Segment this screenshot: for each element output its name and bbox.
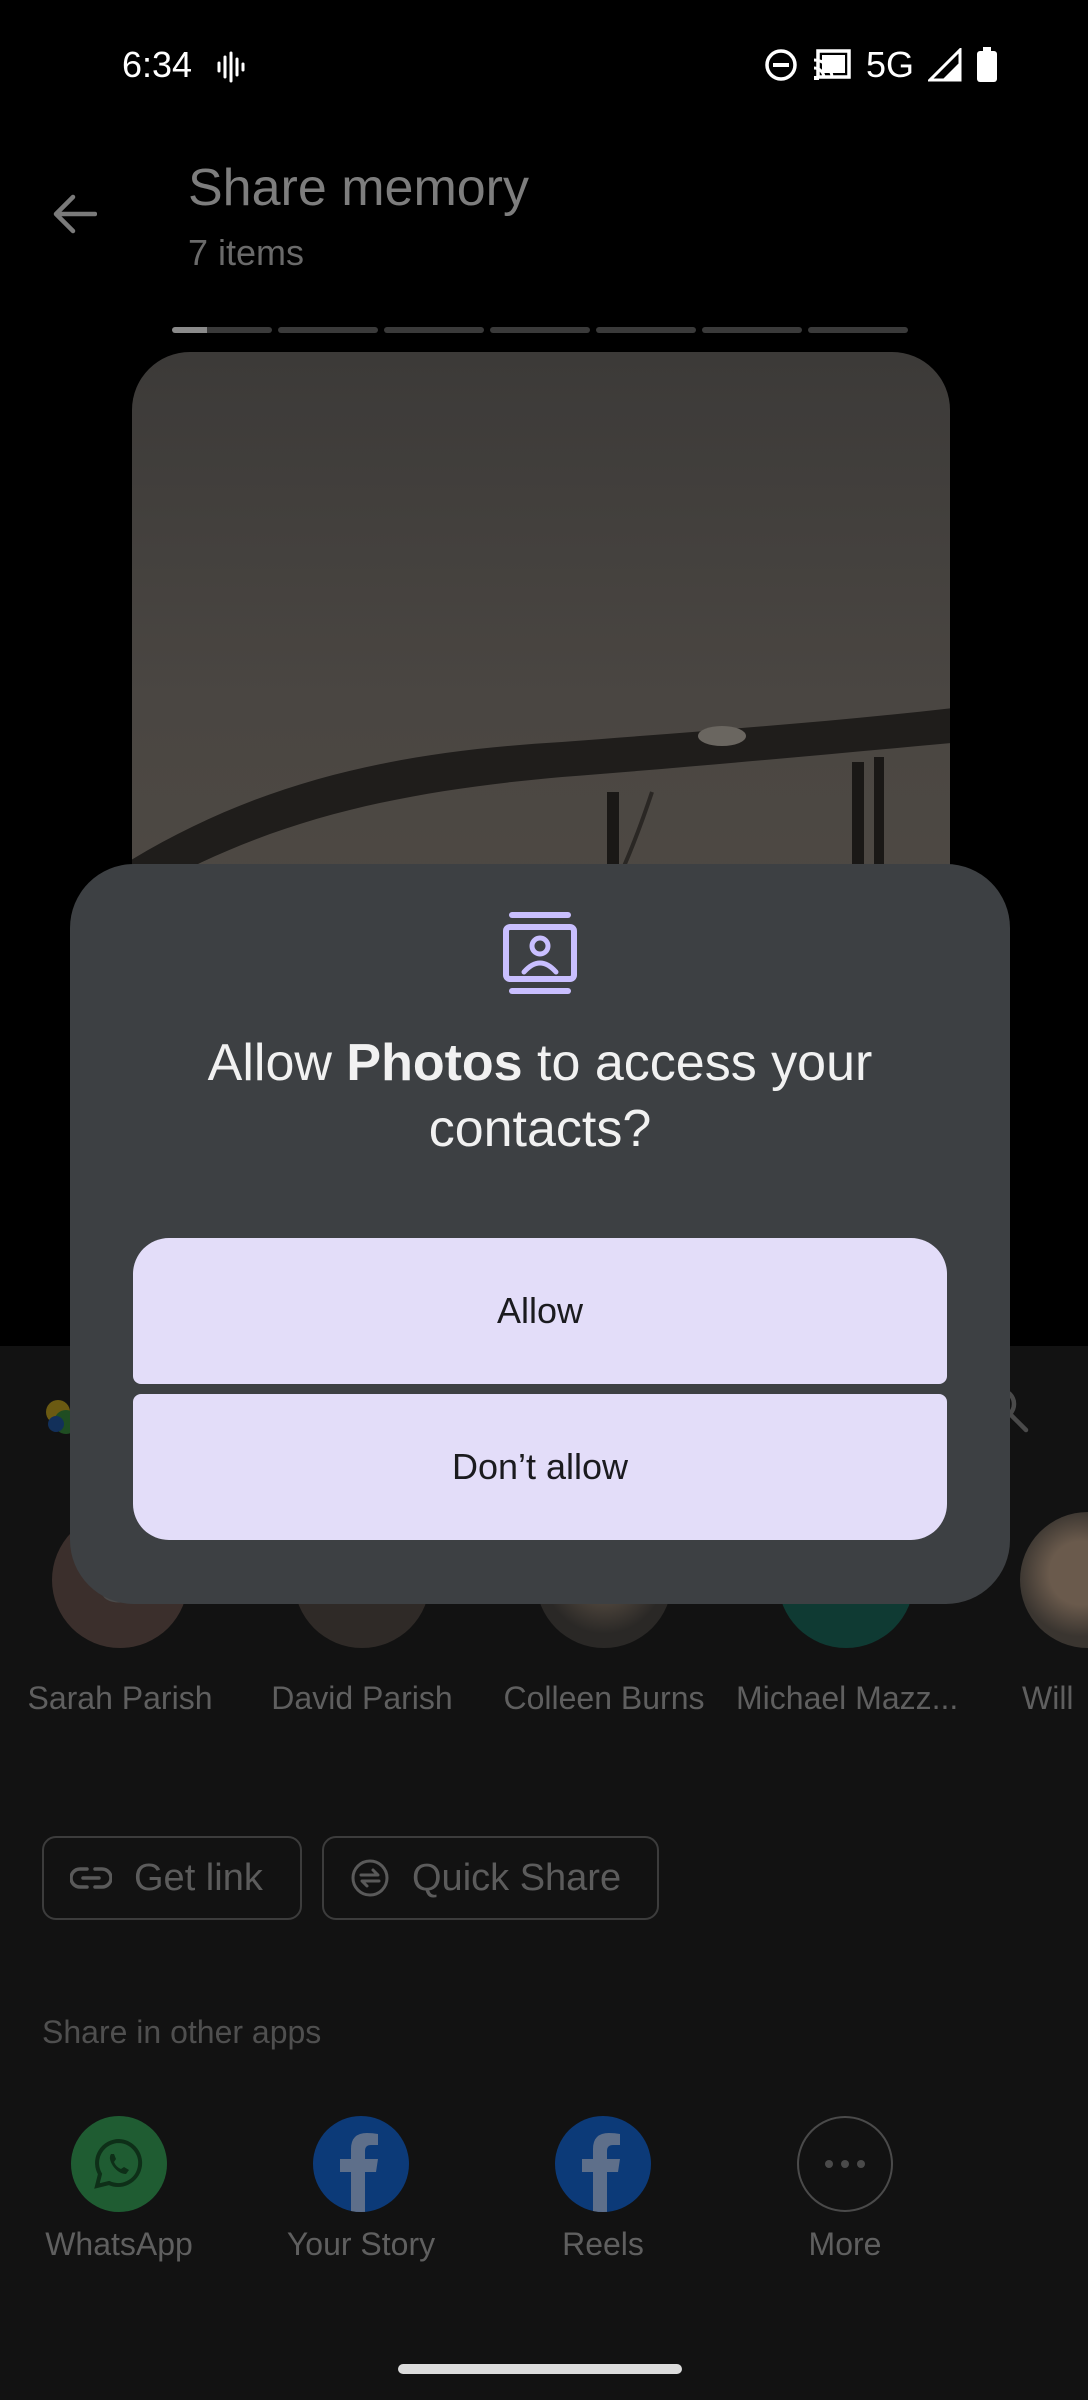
contacts-icon: [503, 912, 577, 994]
contact-name: Colleen Burns: [503, 1680, 705, 1716]
app-label: WhatsApp: [45, 2226, 193, 2262]
contact-name: David Parish: [271, 1680, 453, 1716]
app-reels[interactable]: Reels: [503, 2116, 703, 2263]
contact-name: Michael Mazz...: [736, 1680, 959, 1716]
progress-segment: [278, 327, 378, 333]
item-count: 7 items: [188, 232, 305, 273]
app-whatsapp[interactable]: WhatsApp: [19, 2116, 219, 2263]
contact-name: Sarah Parish: [27, 1680, 213, 1716]
status-time: 6:34: [122, 44, 193, 85]
other-apps-heading: Share in other apps: [42, 2014, 322, 2050]
battery-icon: [977, 47, 997, 82]
get-link-label: Get link: [134, 1856, 263, 1899]
dialog-title: Allow Photos to access your contacts?: [110, 1030, 970, 1162]
app-label: More: [808, 2226, 882, 2262]
back-button[interactable]: [40, 180, 108, 248]
app-your-story[interactable]: Your Story: [261, 2116, 461, 2263]
get-link-button[interactable]: Get link: [42, 1836, 302, 1920]
progress-segment: [172, 327, 272, 333]
progress-segment: [702, 327, 802, 333]
dialog-title-app: Photos: [346, 1034, 523, 1092]
progress-segment: [808, 327, 908, 333]
dialog-title-prefix: Allow: [207, 1034, 347, 1092]
dont-allow-button[interactable]: Don’t allow: [133, 1394, 947, 1540]
cast-icon: [813, 49, 851, 80]
arrow-back-icon: [53, 194, 97, 234]
navigation-handle[interactable]: [398, 2364, 682, 2374]
more-icon: [797, 2116, 893, 2212]
voice-wave-icon: [217, 51, 245, 83]
whatsapp-icon: [71, 2116, 167, 2212]
status-bar: 6:34 5G: [0, 0, 1088, 135]
app-more[interactable]: More: [745, 2116, 945, 2263]
link-icon: [70, 1867, 112, 1889]
status-icons: 5G: [764, 44, 998, 86]
quick-share-label: Quick Share: [412, 1856, 622, 1899]
allow-button[interactable]: Allow: [133, 1238, 947, 1384]
progress-segment: [384, 327, 484, 333]
signal-icon: [928, 48, 962, 82]
quick-share-button[interactable]: Quick Share: [322, 1836, 659, 1920]
quick-share-icon: [351, 1859, 389, 1897]
facebook-icon: [313, 2116, 409, 2212]
story-progress: [172, 327, 908, 333]
network-type: 5G: [865, 44, 914, 85]
permission-dialog: Allow Photos to access your contacts? Al…: [70, 864, 1010, 1604]
avatar: [1020, 1512, 1088, 1648]
progress-segment: [490, 327, 590, 333]
progress-segment: [596, 327, 696, 333]
app-label: Your Story: [286, 2226, 436, 2262]
app-label: Reels: [562, 2226, 644, 2262]
contact-name: Will: [1022, 1680, 1074, 1716]
page-title: Share memory: [188, 159, 529, 217]
do-not-disturb-icon: [765, 49, 797, 81]
facebook-icon: [555, 2116, 651, 2212]
